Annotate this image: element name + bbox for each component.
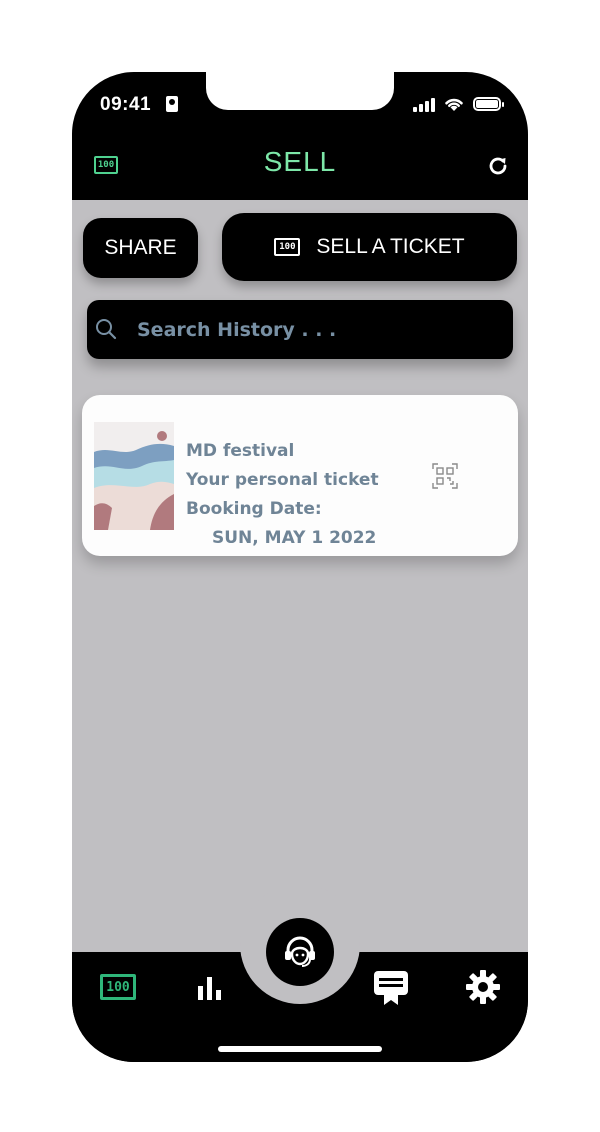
sell-ticket-label: SELL A TICKET — [316, 235, 465, 258]
nav-bar-chart-icon[interactable] — [196, 974, 224, 1002]
search-input[interactable] — [135, 312, 499, 348]
share-button-label: SHARE — [104, 236, 177, 259]
nav-gear-icon[interactable] — [465, 969, 501, 1005]
search-icon — [96, 319, 117, 340]
contact-badge-icon — [166, 96, 178, 112]
status-time: 09:41 — [100, 94, 152, 115]
sell-ticket-button[interactable]: 100 SELL A TICKET — [222, 213, 517, 281]
home-indicator[interactable] — [218, 1046, 382, 1052]
booking-date: SUN, MAY 1 2022 — [212, 528, 377, 548]
ticket-details: MD festival Your personal ticket Booking… — [186, 437, 379, 553]
phone-frame: 09:41 100 SELL SHARE 100 SELL A TICKET S… — [72, 72, 528, 1062]
qr-code-icon[interactable] — [432, 463, 458, 489]
ticket-icon: 100 — [274, 238, 301, 256]
share-button[interactable]: SHARE — [83, 218, 198, 278]
search-bar[interactable] — [87, 300, 513, 359]
event-thumbnail — [94, 422, 174, 530]
signal-icon — [413, 98, 437, 112]
support-agent-icon — [285, 936, 315, 967]
refresh-icon[interactable] — [486, 154, 510, 178]
nav-voucher-icon[interactable] — [372, 969, 410, 1007]
ticket-card[interactable]: MD festival Your personal ticket Booking… — [82, 395, 518, 556]
booking-label: Booking Date: — [186, 499, 322, 519]
support-button[interactable] — [266, 918, 334, 986]
wifi-icon — [445, 98, 463, 111]
battery-icon — [473, 97, 504, 111]
nav-ticket-icon[interactable]: 100 — [100, 974, 136, 1000]
notch — [206, 72, 394, 110]
event-name: MD festival — [186, 441, 295, 461]
ticket-subtitle: Your personal ticket — [186, 470, 379, 490]
page-title: SELL — [263, 146, 337, 177]
